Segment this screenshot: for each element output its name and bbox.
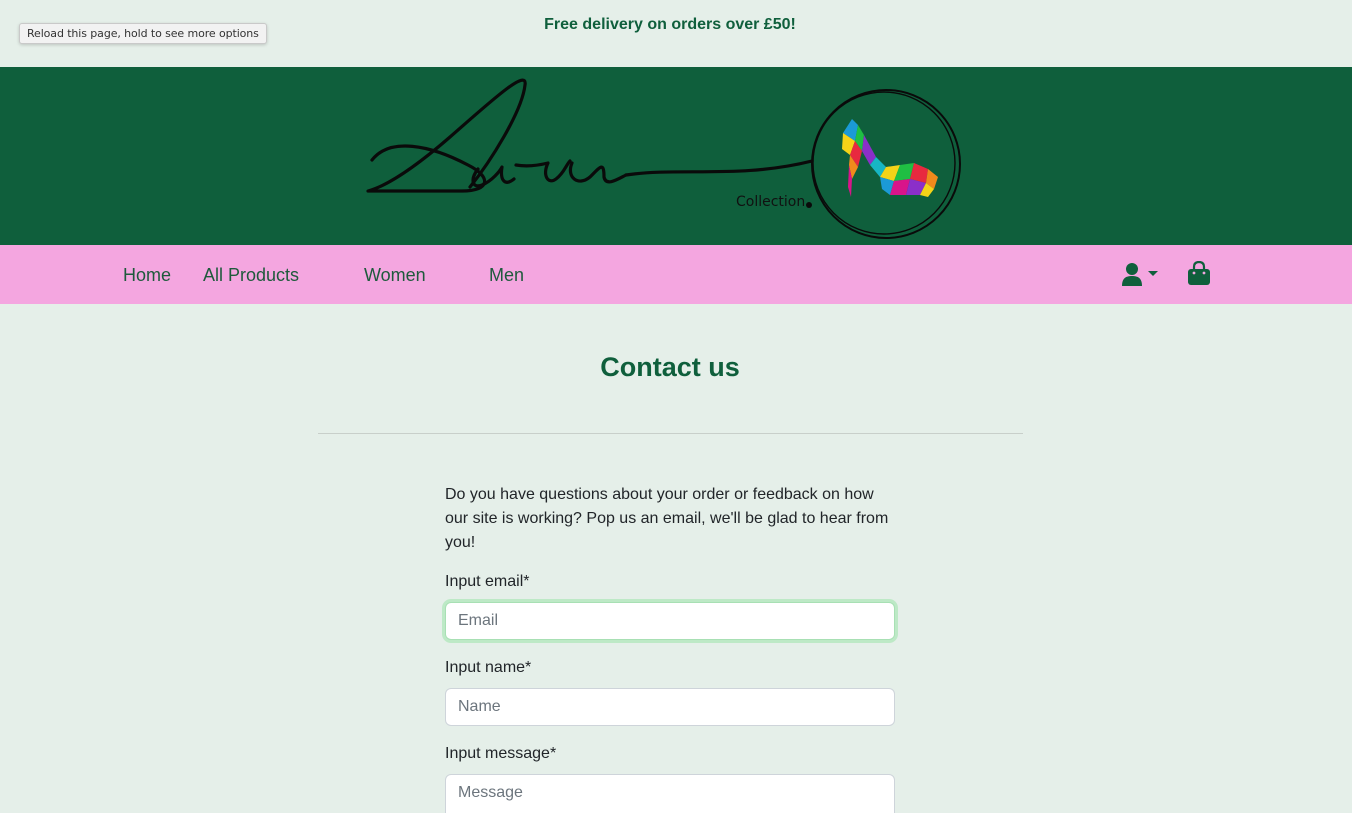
name-label: Input name* [445, 659, 532, 676]
shopping-bag-icon [1188, 260, 1210, 285]
account-menu-button[interactable] [1121, 262, 1161, 293]
user-icon [1122, 263, 1158, 286]
nav-all-products-link[interactable]: All Products [203, 265, 299, 286]
main-nav: Home All Products Women Men [0, 245, 1352, 304]
email-label: Input email* [445, 573, 530, 590]
collection-label: Collection [736, 194, 806, 210]
nav-men-link[interactable]: Men [489, 265, 524, 286]
nav-women-link[interactable]: Women [364, 265, 426, 286]
caret-down-icon [1148, 271, 1158, 276]
shoe-icon [842, 119, 938, 197]
shopping-bag-button[interactable] [1187, 260, 1211, 292]
name-field[interactable] [445, 688, 895, 726]
logo-header: Collection [0, 67, 1352, 245]
email-field[interactable] [445, 602, 895, 640]
reload-tooltip: Reload this page, hold to see more optio… [19, 23, 267, 44]
nav-home-link[interactable]: Home [123, 265, 171, 286]
contact-intro-text: Do you have questions about your order o… [445, 486, 889, 551]
message-label: Input message* [445, 745, 557, 762]
page-title: Contact us [600, 352, 740, 382]
message-field[interactable] [445, 774, 895, 813]
brand-logo[interactable] [0, 67, 1352, 245]
title-divider [318, 433, 1023, 434]
